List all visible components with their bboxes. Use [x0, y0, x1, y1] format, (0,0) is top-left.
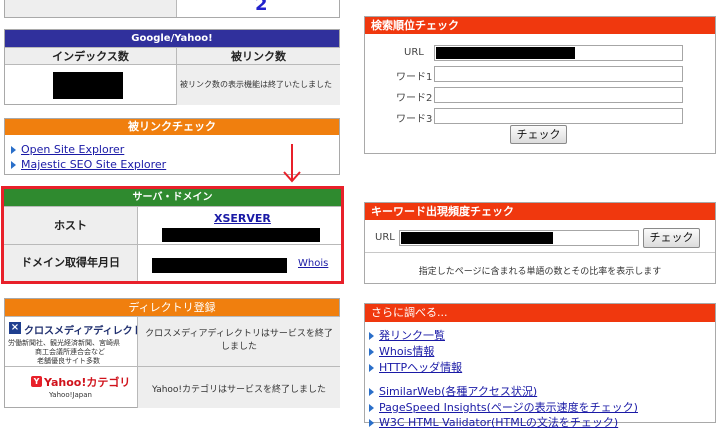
link-bullet-icon: [11, 161, 16, 169]
w3c-validator-link[interactable]: W3C HTML Validator(HTMLの文法をチェック): [379, 416, 618, 429]
backlink-check-title: 被リンクチェック: [5, 119, 339, 135]
rank-check-panel: 検索順位チェック URL ワード1 ワード2 ワード3 チェック: [364, 16, 716, 154]
more-link-3[interactable]: HTTPヘッダ情報: [369, 359, 462, 375]
density-description: 指定したページに含まれる単語の数とその比率を表示します: [418, 267, 662, 277]
backlinks-header: 被リンク数: [176, 47, 340, 65]
more-link-1[interactable]: 発リンク一覧: [369, 327, 445, 343]
index-count-header: インデックス数: [5, 47, 177, 65]
yahoo-sub: Yahoo!Japan: [49, 391, 92, 399]
yahoo-logo-cell: Y Yahoo!カテゴリ Yahoo!Japan: [5, 366, 138, 408]
rank-check-button[interactable]: チェック: [510, 125, 567, 144]
link-bullet-icon: [11, 146, 16, 154]
index-count-label: インデックス数: [52, 50, 129, 63]
more-link-2[interactable]: Whois情報: [369, 343, 434, 359]
rank-word2-label: ワード2: [396, 93, 433, 104]
keyword-density-panel: キーワード出現頻度チェック URL チェック 指定したページに含まれる単語の数と…: [364, 202, 716, 284]
rank-word2-input[interactable]: [434, 87, 683, 103]
more-link-6[interactable]: W3C HTML Validator(HTMLの文法をチェック): [369, 414, 618, 430]
rank-check-title: 検索順位チェック: [365, 17, 715, 34]
server-domain-highlight: サーバ・ドメイン ホスト XSERVER ドメイン取得年月日 Whois: [1, 186, 344, 284]
majestic-seo-link[interactable]: Majestic SEO Site Explorer: [21, 158, 166, 171]
backlinks-note: 被リンク数の表示機能は終了いたしました: [180, 80, 332, 89]
yahoo-name: Yahoo!カテゴリ: [44, 376, 131, 389]
density-url-input[interactable]: [399, 230, 639, 246]
host-redacted: [162, 228, 320, 242]
top-stub-panel: 2: [4, 0, 340, 18]
top-stub-letter: 2: [255, 0, 268, 15]
backlinks-label: 被リンク数: [231, 50, 286, 63]
more-panel: さらに調べる... 発リンク一覧 Whois情報 HTTPヘッダ情報 Simil…: [364, 303, 716, 429]
link-bullet-icon: [369, 332, 374, 340]
google-yahoo-title: Google/Yahoo!: [5, 30, 339, 47]
arrow-down-icon: [283, 144, 301, 183]
rank-word1-input[interactable]: [434, 66, 683, 82]
rank-word3-label: ワード3: [396, 114, 433, 125]
yahoo-status: Yahoo!カテゴリはサービスを終了しました: [151, 385, 327, 395]
link-bullet-icon: [369, 364, 374, 372]
yahoo-logo-icon: Y: [31, 376, 42, 387]
link-bullet-icon: [369, 348, 374, 356]
rank-word3-input[interactable]: [434, 108, 683, 124]
rank-url-label: URL: [404, 47, 424, 58]
crossmedia-sub-3: 老舗優良サイト多数: [37, 357, 100, 365]
server-domain-title: サーバ・ドメイン: [4, 189, 341, 206]
host-label-cell: ホスト: [4, 206, 138, 245]
rank-word1-label: ワード1: [396, 72, 433, 83]
more-link-5[interactable]: PageSpeed Insights(ページの表示速度をチェック): [369, 399, 638, 415]
backlink-link-2[interactable]: Majestic SEO Site Explorer: [11, 158, 166, 171]
density-url-label: URL: [375, 232, 395, 243]
more-title: さらに調べる...: [365, 304, 715, 322]
google-yahoo-panel: Google/Yahoo! インデックス数 被リンク数 被リンク数の表示機能は終…: [4, 29, 340, 105]
top-stub-left-cell: [5, 0, 177, 17]
crossmedia-name: クロスメディアディレクトリ: [24, 326, 153, 337]
pagespeed-link[interactable]: PageSpeed Insights(ページの表示速度をチェック): [379, 401, 638, 414]
keyword-density-title: キーワード出現頻度チェック: [365, 203, 715, 220]
whois-link[interactable]: Whois: [298, 258, 328, 269]
link-bullet-icon: [369, 404, 374, 412]
rank-url-redacted: [436, 47, 575, 59]
host-label: ホスト: [54, 219, 87, 232]
host-value-cell: XSERVER: [137, 206, 341, 245]
outbound-links-link[interactable]: 発リンク一覧: [379, 329, 445, 342]
crossmedia-status-cell: クロスメディアディレクトリはサービスを終了しました: [137, 316, 340, 367]
open-site-explorer-link[interactable]: Open Site Explorer: [21, 143, 124, 156]
backlinks-value-cell: 被リンク数の表示機能は終了いたしました: [176, 64, 340, 105]
rank-url-input[interactable]: [434, 45, 683, 61]
crossmedia-logo-icon: ×: [9, 322, 21, 334]
similarweb-link[interactable]: SimilarWeb(各種アクセス状況): [379, 385, 537, 398]
domain-date-value-cell: Whois: [137, 244, 341, 281]
density-divider: [365, 252, 715, 253]
domain-date-redacted: [152, 258, 287, 273]
directory-panel: ディレクトリ登録 × クロスメディアディレクトリ 労働新聞社、観光経済新聞、宮崎…: [4, 298, 340, 408]
index-count-value-cell: [5, 64, 177, 105]
link-bullet-icon: [369, 419, 374, 427]
backlink-link-1[interactable]: Open Site Explorer: [11, 143, 124, 156]
domain-date-label: ドメイン取得年月日: [21, 256, 120, 269]
crossmedia-logo-cell: × クロスメディアディレクトリ 労働新聞社、観光経済新聞、宮崎県 商工会議所連合…: [5, 316, 153, 367]
density-check-button[interactable]: チェック: [643, 228, 700, 248]
xserver-link[interactable]: XSERVER: [214, 212, 271, 225]
yahoo-status-cell: Yahoo!カテゴリはサービスを終了しました: [137, 366, 340, 408]
directory-title: ディレクトリ登録: [5, 299, 339, 316]
link-bullet-icon: [369, 388, 374, 396]
http-header-link[interactable]: HTTPヘッダ情報: [379, 361, 462, 374]
domain-date-label-cell: ドメイン取得年月日: [4, 244, 138, 281]
whois-info-link[interactable]: Whois情報: [379, 345, 434, 358]
crossmedia-status: クロスメディアディレクトリはサービスを終了しました: [145, 329, 333, 352]
index-count-redacted: [53, 72, 123, 99]
density-url-redacted: [401, 232, 553, 244]
more-link-4[interactable]: SimilarWeb(各種アクセス状況): [369, 383, 537, 399]
